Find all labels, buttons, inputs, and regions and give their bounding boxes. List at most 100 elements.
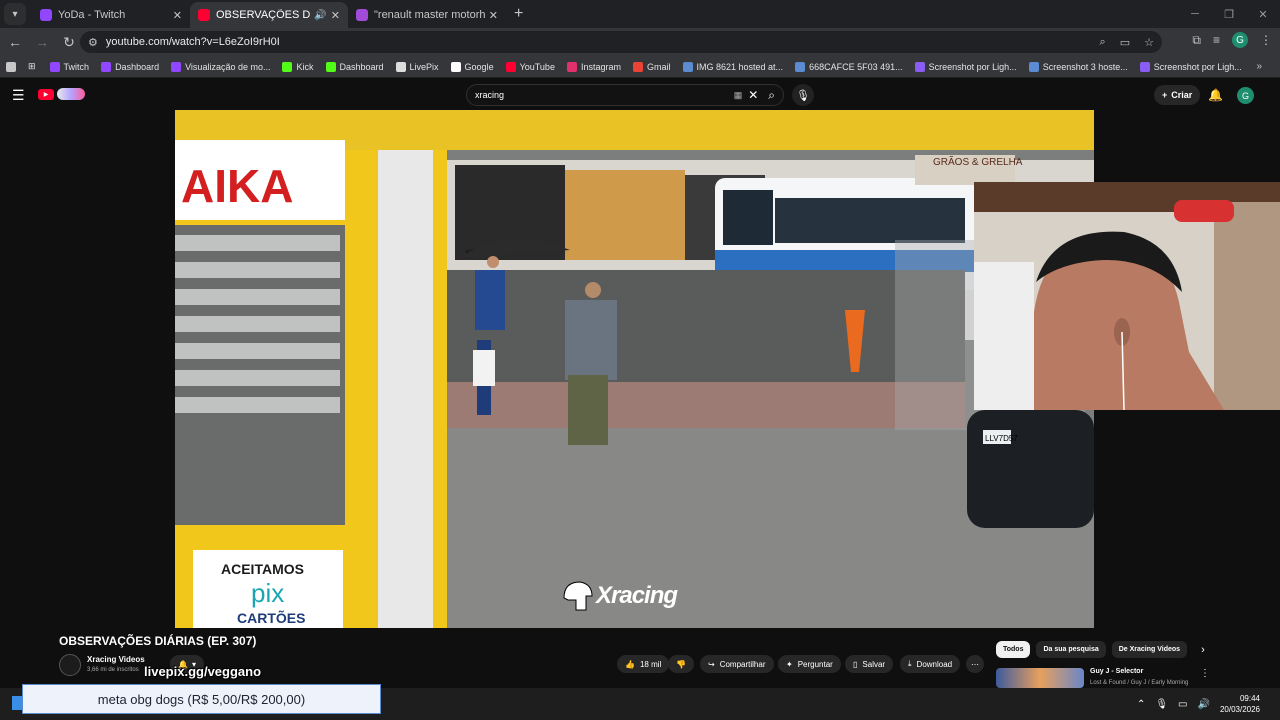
profile-avatar[interactable]: G (1232, 32, 1248, 48)
chevron-right-icon[interactable]: › (1201, 644, 1205, 656)
recommendation-thumbnail[interactable] (996, 668, 1084, 688)
bookmark-item[interactable]: YouTube (505, 61, 555, 72)
tab-twitch[interactable]: YoDa - Twitch ✕ (32, 2, 190, 28)
apps-grid-icon[interactable]: ⊞ (28, 61, 36, 72)
license-plate-text: LLV7D57 (985, 434, 1018, 443)
network-icon[interactable]: ▭ (1178, 699, 1187, 710)
bookmark-label: Dashboard (339, 61, 384, 72)
close-tab-icon[interactable]: ✕ (173, 9, 182, 22)
search-icon[interactable]: ⌕ (768, 88, 775, 103)
like-button[interactable]: 👍 18 mil (617, 655, 670, 673)
bookmark-item[interactable]: Kick (282, 61, 314, 72)
youtube-logo-icon[interactable]: ▶ (38, 89, 54, 100)
close-tab-icon[interactable]: ✕ (331, 9, 340, 22)
channel-name[interactable]: Xracing Videos (87, 655, 145, 664)
shop-sign-text: GRÃOS & GRELHA (933, 155, 1023, 168)
start-icon[interactable] (12, 696, 22, 710)
video-player[interactable]: LLV7D57 AIKA ACEITAMOS pix CARTÕES GRÃOS… (175, 110, 1094, 628)
bookmark-item[interactable]: 668CAFCE 5F03 491... (795, 61, 903, 72)
bookmark-star-icon[interactable]: ☆ (1144, 36, 1154, 49)
search-input[interactable]: xracing (475, 90, 734, 100)
new-tab-icon[interactable]: + (514, 5, 523, 23)
video-frame-scene: LLV7D57 AIKA ACEITAMOS pix CARTÕES GRÃOS… (175, 110, 1094, 628)
tray-chevron-up-icon[interactable]: ⌃ (1137, 699, 1145, 710)
restore-icon[interactable]: ❐ (1212, 0, 1246, 28)
bookmark-item[interactable]: Dashboard (325, 61, 384, 72)
download-button[interactable]: ⤓ Download (900, 655, 961, 673)
save-button[interactable]: ▯ Salvar (845, 655, 894, 673)
omnibox[interactable]: ⚙ youtube.com/watch?v=L6eZoI9rH0I ⌕ ▭ ☆ (80, 31, 1162, 53)
reload-icon[interactable]: ↻ (57, 30, 81, 54)
youtube-avatar[interactable]: G (1237, 87, 1254, 104)
minimize-icon[interactable]: ─ (1178, 0, 1212, 28)
reading-list-icon[interactable]: ≡ (1213, 33, 1220, 47)
bookmark-item[interactable]: Visualização de mo... (171, 61, 270, 72)
bookmark-item[interactable]: IMG 8621 hosted at... (682, 61, 783, 72)
bookmark-item[interactable]: LivePix (395, 61, 439, 72)
bookmark-folder-icon[interactable] (6, 61, 20, 72)
youtube-header: ☰ ▶ xracing ▦ ✕ ⌕ 🎙 + Criar 🔔 G (0, 80, 1280, 110)
bookmark-item[interactable]: Screenshot 3 hoste... (1028, 61, 1128, 72)
search-favicon-icon (356, 9, 368, 21)
chrome-menu-icon[interactable]: ⋮ (1260, 33, 1272, 47)
ask-button[interactable]: ✦ Perguntar (778, 655, 841, 673)
microphone-icon[interactable]: 🎙 (792, 84, 814, 106)
sparkle-icon: ✦ (786, 659, 793, 669)
youtube-doodle[interactable] (57, 88, 85, 100)
extensions-icon[interactable]: ⧉ (1192, 33, 1201, 48)
tab-search[interactable]: "renault master motorhome" - ✕ (348, 2, 506, 28)
zoom-icon[interactable]: ⌕ (1100, 36, 1106, 49)
bookmark-favicon-icon (914, 61, 925, 72)
bookmarks-overflow-icon[interactable]: » (1256, 61, 1262, 72)
recommendation-title[interactable]: Guy J - Selector (1090, 668, 1143, 675)
tab-youtube-active[interactable]: OBSERVAÇÕES DIÁRIAS (EP 🔊 ✕ (190, 2, 348, 28)
bookmark-favicon-icon (505, 61, 516, 72)
chip-from-channel[interactable]: De Xracing Videos (1111, 641, 1188, 658)
speaker-icon[interactable]: 🔊 (314, 10, 326, 21)
close-tab-icon[interactable]: ✕ (489, 9, 498, 22)
share-button[interactable]: ↪ Compartilhar (700, 655, 774, 673)
bookmark-item[interactable]: Gmail (632, 61, 671, 72)
bookmark-favicon-icon (1028, 61, 1039, 72)
url-text[interactable]: youtube.com/watch?v=L6eZoI9rH0I (106, 36, 1100, 48)
recommendation-more-icon[interactable]: ⋮ (1200, 668, 1210, 679)
chip-from-search[interactable]: Da sua pesquisa (1036, 641, 1106, 658)
tab-search-dropdown[interactable]: ▾ (4, 3, 26, 25)
dislike-button[interactable]: 👎 (668, 655, 694, 673)
recommendation-chips: Todos Da sua pesquisa De Xracing Videos … (996, 641, 1205, 658)
bookmark-item[interactable]: Instagram (566, 61, 621, 72)
channel-avatar[interactable] (59, 654, 81, 676)
bookmark-item[interactable]: Google (450, 61, 494, 72)
close-window-icon[interactable]: ✕ (1246, 0, 1280, 28)
bookmark-item[interactable]: Twitch (49, 61, 89, 72)
microphone-tray-icon[interactable]: 🎙 (1155, 699, 1168, 710)
search-bar[interactable]: xracing ▦ ✕ ⌕ (466, 84, 784, 106)
cast-icon[interactable]: ▭ (1120, 36, 1130, 49)
video-title: OBSERVAÇÕES DIÁRIAS (EP. 307) (59, 634, 257, 648)
volume-icon[interactable]: 🔊 (1198, 699, 1210, 710)
keyboard-icon[interactable]: ▦ (734, 90, 743, 101)
sign-accept-text: ACEITAMOS (221, 561, 304, 577)
site-info-icon[interactable]: ⚙ (88, 36, 98, 49)
bookmark-favicon-icon (171, 61, 182, 72)
more-actions-button[interactable]: ⋯ (966, 655, 984, 673)
chip-all[interactable]: Todos (996, 641, 1031, 658)
bookmark-item[interactable]: Dashboard (101, 61, 159, 72)
bookmark-item[interactable]: Screenshot por Ligh... (1139, 61, 1242, 72)
hamburger-menu-icon[interactable]: ☰ (12, 87, 25, 104)
system-tray: ⌃ 🎙 ▭ 🔊 09:44 20/03/2026 (1137, 693, 1260, 715)
tab-title: "renault master motorhome" - (374, 9, 485, 21)
clock[interactable]: 09:44 20/03/2026 (1220, 693, 1260, 715)
clear-search-icon[interactable]: ✕ (748, 88, 758, 102)
forward-icon[interactable]: → (30, 30, 54, 54)
create-button[interactable]: + Criar (1154, 85, 1201, 105)
share-icon: ↪ (708, 659, 715, 669)
back-icon[interactable]: ← (3, 30, 27, 54)
notifications-bell-icon[interactable]: 🔔 (1208, 88, 1223, 102)
like-count: 18 mil (639, 659, 662, 669)
webcam-scene (974, 182, 1280, 410)
video-watermark: Xracing (560, 578, 678, 614)
thumbs-up-icon: 👍 (625, 659, 635, 669)
bookmark-item[interactable]: Screenshot por Ligh... (914, 61, 1017, 72)
bookmark-favicon-icon (101, 61, 112, 72)
